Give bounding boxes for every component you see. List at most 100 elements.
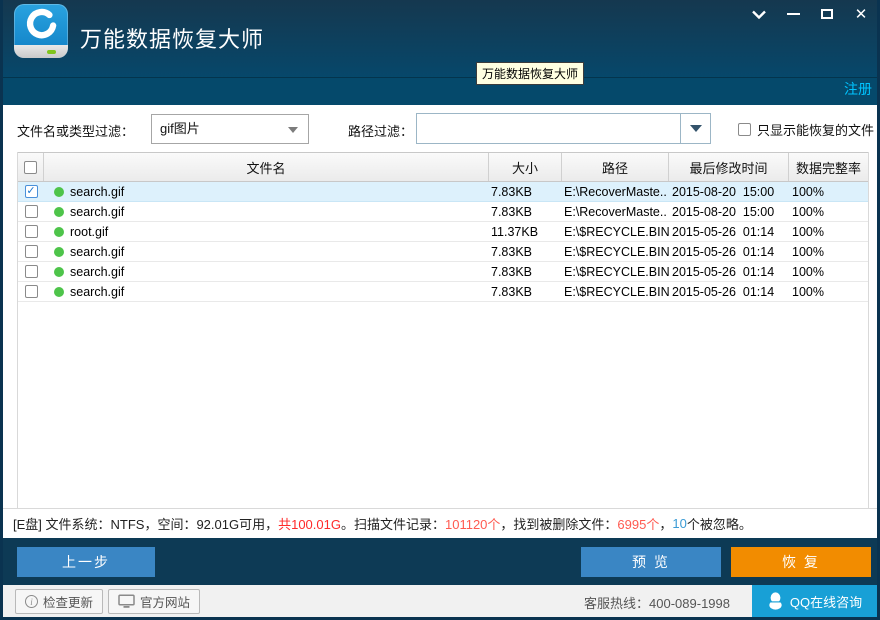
row-checkbox-cell (18, 282, 44, 301)
row-checkbox[interactable] (25, 265, 38, 278)
file-name-cell: search.gif (44, 202, 489, 221)
status-segment: ，找到被删除文件： (500, 514, 617, 533)
column-header-path[interactable]: 路径 (562, 153, 669, 181)
table-row[interactable]: search.gif7.83KBE:\$RECYCLE.BIN..2015-05… (18, 282, 868, 302)
header-checkbox-cell (18, 153, 44, 181)
maximize-icon[interactable] (818, 6, 836, 22)
status-segment: 个被忽略。 (687, 514, 752, 533)
file-path: E:\$RECYCLE.BIN.. (562, 222, 669, 241)
status-segment: 10 (672, 516, 686, 531)
table-row[interactable]: search.gif7.83KBE:\$RECYCLE.BIN..2015-05… (18, 262, 868, 282)
chevron-down-icon (288, 127, 298, 133)
table-row[interactable]: ✓search.gif7.83KBE:\RecoverMaste..2015-0… (18, 182, 868, 202)
recoverable-only-checkbox[interactable] (738, 123, 751, 136)
file-integrity: 100% (789, 182, 868, 201)
column-header-filename[interactable]: 文件名 (44, 153, 489, 181)
info-icon: i (25, 595, 38, 608)
file-name-cell: search.gif (44, 282, 489, 301)
row-checkbox[interactable] (25, 285, 38, 298)
table-header: 文件名 大小 路径 最后修改时间 数据完整率 (18, 152, 868, 182)
column-header-modified[interactable]: 最后修改时间 (669, 153, 789, 181)
menu-chevron-icon[interactable] (750, 6, 768, 22)
status-segment: 共100.01G (278, 514, 341, 533)
file-name: search.gif (70, 205, 124, 219)
file-name: search.gif (70, 185, 124, 199)
table-row[interactable]: search.gif7.83KBE:\RecoverMaste..2015-08… (18, 202, 868, 222)
status-segment: 101120个 (445, 514, 500, 533)
file-size: 7.83KB (489, 202, 562, 221)
file-path: E:\$RECYCLE.BIN.. (562, 282, 669, 301)
file-modified: 2015-05-26 01:14 (669, 282, 789, 301)
file-name-cell: root.gif (44, 222, 489, 241)
select-all-checkbox[interactable] (24, 161, 37, 174)
back-button[interactable]: 上一步 (17, 547, 155, 577)
table-row[interactable]: root.gif11.37KBE:\$RECYCLE.BIN..2015-05-… (18, 222, 868, 242)
row-checkbox[interactable] (25, 205, 38, 218)
check-update-button[interactable]: i 检查更新 (15, 589, 103, 614)
row-checkbox[interactable] (25, 225, 38, 238)
minimize-icon[interactable] (784, 6, 802, 22)
close-icon[interactable]: ✕ (852, 6, 870, 22)
recoverable-only-label: 只显示能恢复的文件 (757, 120, 874, 139)
app-title-tooltip: 万能数据恢复大师 (476, 62, 584, 85)
drive-base (14, 45, 68, 58)
recover-button[interactable]: 恢 复 (731, 547, 871, 577)
file-modified: 2015-05-26 01:14 (669, 262, 789, 281)
file-path: E:\RecoverMaste.. (562, 182, 669, 201)
column-header-size[interactable]: 大小 (489, 153, 562, 181)
check-update-label: 检查更新 (43, 592, 93, 611)
path-filter-dropdown-button[interactable] (680, 114, 710, 143)
file-name: search.gif (70, 245, 124, 259)
status-segment: 6995个 (617, 514, 659, 533)
monitor-icon (118, 594, 135, 609)
file-name-cell: search.gif (44, 182, 489, 201)
table-body: ✓search.gif7.83KBE:\RecoverMaste..2015-0… (18, 182, 868, 302)
status-segment: 。扫描文件记录： (341, 514, 445, 533)
row-checkbox[interactable]: ✓ (25, 185, 38, 198)
file-status-icon (54, 207, 64, 217)
qq-support-label: QQ在线咨询 (790, 592, 862, 611)
file-path: E:\$RECYCLE.BIN.. (562, 242, 669, 261)
status-bar: [E盘] 文件系统：NTFS，空间：92.01G可用，共100.01G。扫描文件… (3, 508, 877, 538)
app-window: 万能数据恢复大师 ✕ 万能数据恢复大师 注册 文件名或类型过滤： gif图片 路… (0, 0, 880, 620)
file-modified: 2015-05-26 01:14 (669, 222, 789, 241)
table-row[interactable]: search.gif 7.83KBE:\$RECYCLE.BIN..2015-05… (18, 242, 868, 262)
file-modified: 2015-08-20 15:00 (669, 202, 789, 221)
file-integrity: 100% (789, 202, 868, 221)
path-filter-input[interactable] (417, 114, 680, 143)
hotline-text: 客服热线：400-089-1998 (584, 593, 730, 612)
qq-support-button[interactable]: QQ在线咨询 (752, 585, 877, 617)
footer: i 检查更新 官方网站 客服热线：400-089-1998 QQ在线咨询 (3, 585, 877, 617)
register-link[interactable]: 注册 (844, 79, 872, 99)
qq-penguin-icon (767, 592, 784, 610)
row-checkbox-cell (18, 262, 44, 281)
recovery-swirl-icon (22, 6, 60, 44)
official-site-button[interactable]: 官方网站 (108, 589, 200, 614)
file-status-icon (54, 267, 64, 277)
file-integrity: 100% (789, 282, 868, 301)
file-size: 7.83KB (489, 242, 562, 261)
header-divider (0, 77, 880, 78)
row-checkbox[interactable] (25, 245, 38, 258)
file-modified: 2015-05-26 01:14 (669, 242, 789, 261)
file-integrity: 100% (789, 262, 868, 281)
header: 万能数据恢复大师 ✕ 万能数据恢复大师 注册 (0, 0, 880, 105)
file-status-icon (54, 187, 64, 197)
file-table: 文件名 大小 路径 最后修改时间 数据完整率 ✓ search.gif 7.83KB… (17, 152, 869, 508)
file-status-icon (54, 227, 64, 237)
window-controls: ✕ (750, 6, 870, 22)
file-status-icon (54, 247, 64, 257)
filter-bar: 文件名或类型过滤： gif图片 路径过滤： 只显示能恢复的文件 (3, 105, 877, 152)
file-name: search.gif (70, 285, 124, 299)
row-checkbox-cell (18, 202, 44, 221)
type-filter-dropdown[interactable]: gif图片 (151, 114, 309, 144)
file-name: root.gif (70, 225, 108, 239)
file-integrity: 100% (789, 222, 868, 241)
chevron-down-icon (690, 125, 702, 132)
preview-button[interactable]: 预 览 (581, 547, 721, 577)
type-filter-label: 文件名或类型过滤： (17, 121, 134, 140)
column-header-integrity[interactable]: 数据完整率 (789, 153, 868, 181)
file-integrity: 100% (789, 242, 868, 261)
path-filter-label: 路径过滤： (348, 121, 413, 140)
row-checkbox-cell (18, 242, 44, 261)
